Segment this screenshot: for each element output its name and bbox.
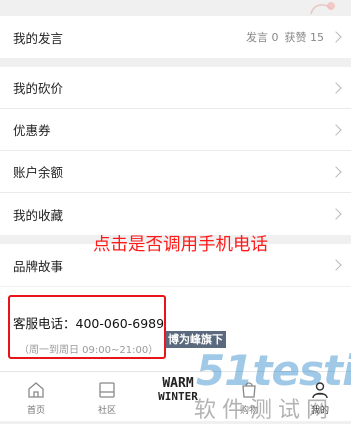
decorative-corner-graphic	[310, 2, 335, 14]
posts-count: 发言 0	[246, 31, 279, 44]
account-balance-label: 账户余额	[13, 165, 64, 180]
community-icon	[99, 382, 115, 398]
my-bargain-label: 我的砍价	[13, 81, 64, 96]
watermark-subtitle: 软件测试网	[194, 398, 335, 423]
tab-home[interactable]: 首页	[6, 372, 66, 421]
coupons-row[interactable]: 优惠券	[0, 109, 351, 151]
my-speech-label: 我的发言	[13, 30, 64, 46]
speech-stats: 发言 0 获赞 15	[246, 29, 324, 45]
chevron-right-icon	[330, 259, 342, 271]
coupons-label: 优惠券	[13, 123, 51, 138]
watermark-logo: 51testing	[196, 346, 351, 395]
speech-section: 我的发言 发言 0 获赞 15	[0, 16, 351, 58]
my-favorites-label: 我的收藏	[13, 207, 64, 223]
tab-community[interactable]: 社区	[77, 372, 137, 421]
account-menu-section: 我的砍价 优惠券 账户余额 我的收藏	[0, 67, 351, 235]
likes-count: 获赞 15	[284, 31, 325, 44]
my-speech-row[interactable]: 我的发言 发言 0 获赞 15	[0, 16, 351, 58]
chevron-right-icon	[330, 165, 342, 178]
chevron-right-icon	[330, 31, 342, 43]
tab-home-label: 首页	[26, 406, 45, 416]
annotation-note: 点击是否调用手机电话	[93, 235, 268, 255]
chevron-right-icon	[330, 208, 342, 220]
my-favorites-row[interactable]: 我的收藏	[0, 193, 351, 235]
tab-community-label: 社区	[97, 406, 116, 416]
customer-service-hours: （周一到周日 09:00~21:00）	[19, 345, 159, 356]
account-balance-row[interactable]: 账户余额	[0, 151, 351, 193]
customer-service-phone[interactable]: 客服电话：400-060-6989	[13, 313, 164, 332]
chevron-right-icon	[330, 123, 342, 136]
chevron-right-icon	[330, 81, 342, 94]
brand-story-label: 品牌故事	[13, 258, 64, 274]
my-bargain-row[interactable]: 我的砍价	[0, 67, 351, 109]
home-icon	[28, 382, 44, 398]
